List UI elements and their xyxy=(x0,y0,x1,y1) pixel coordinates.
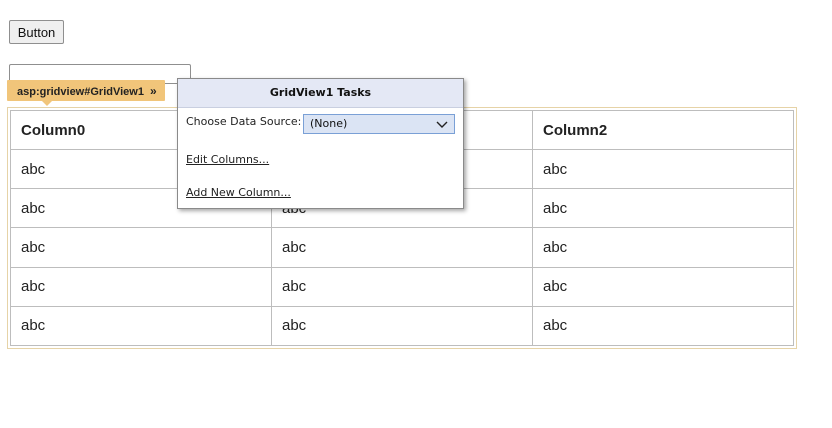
add-new-column-link[interactable]: Add New Column... xyxy=(186,186,291,199)
data-source-value: (None) xyxy=(310,117,348,130)
tag-pointer-icon xyxy=(42,101,52,106)
edit-columns-link[interactable]: Edit Columns... xyxy=(186,153,269,166)
table-cell: abc xyxy=(532,148,794,190)
control-tag-label: asp:gridview#GridView1 xyxy=(17,86,144,98)
data-source-select[interactable]: (None) xyxy=(303,114,455,134)
table-cell: abc xyxy=(10,266,272,307)
tasks-panel-title: GridView1 Tasks xyxy=(178,79,463,108)
smart-tag-chevron-icon[interactable]: » xyxy=(150,84,157,98)
table-cell: abc xyxy=(271,305,533,347)
table-row: abc abc abc xyxy=(10,305,794,347)
table-cell: abc xyxy=(10,305,272,347)
table-cell: abc xyxy=(532,227,794,268)
table-cell: abc xyxy=(532,266,794,307)
column-header-2: Column2 xyxy=(532,110,794,150)
button[interactable]: Button xyxy=(9,20,64,44)
table-row: abc abc abc xyxy=(10,266,794,307)
table-cell: abc xyxy=(271,227,533,268)
data-source-label: Choose Data Source: xyxy=(186,115,302,128)
table-cell: abc xyxy=(532,305,794,347)
control-tag[interactable]: asp:gridview#GridView1 » xyxy=(7,80,165,101)
table-cell: abc xyxy=(271,266,533,307)
chevron-down-icon xyxy=(436,121,448,128)
table-row: abc abc abc xyxy=(10,227,794,268)
tasks-panel: GridView1 Tasks Choose Data Source: (Non… xyxy=(177,78,464,209)
table-cell: abc xyxy=(10,227,272,268)
table-cell: abc xyxy=(532,188,794,229)
